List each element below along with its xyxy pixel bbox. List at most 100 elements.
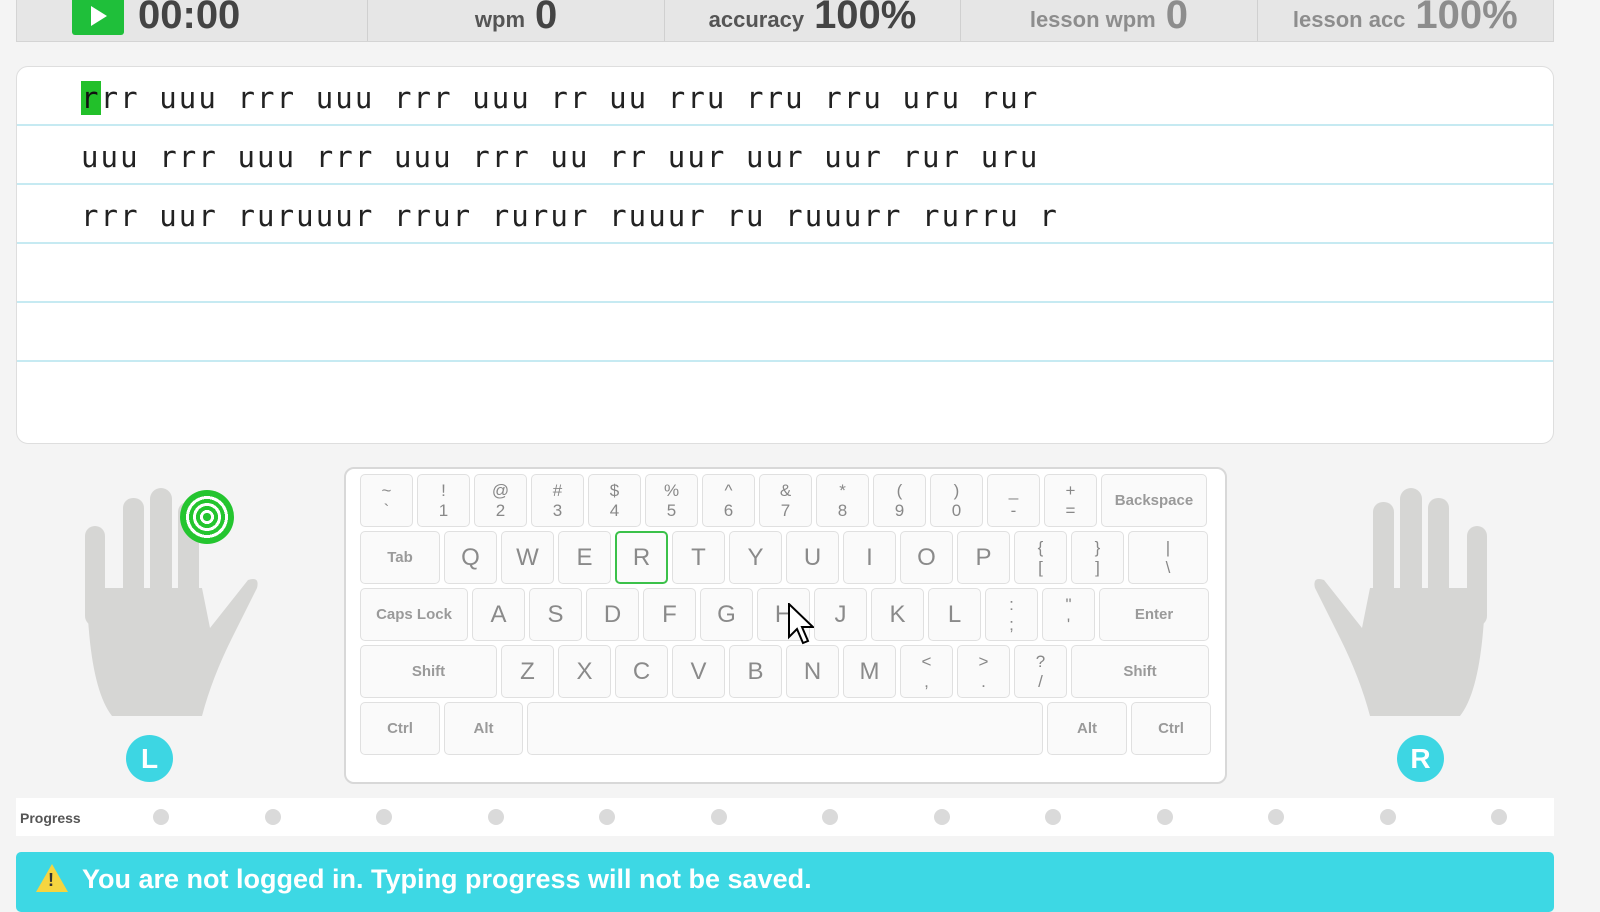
finger-target-icon [180, 490, 234, 544]
key-b[interactable]: B [729, 645, 782, 698]
key-o[interactable]: O [900, 531, 953, 584]
lesson-wpm-label: lesson wpm [1029, 7, 1156, 32]
login-notice: You are not logged in. Typing progress w… [16, 852, 1554, 912]
key-p[interactable]: P [957, 531, 1010, 584]
key-0[interactable]: ) 0 [930, 474, 983, 527]
key-right-shift[interactable]: Shift [1071, 645, 1209, 698]
key-left-ctrl[interactable]: Ctrl [360, 702, 440, 755]
key-label: J [834, 600, 847, 628]
key-label: + [1065, 480, 1076, 500]
key-caps-lock[interactable]: Caps Lock [360, 588, 468, 641]
key-label: P [975, 543, 992, 571]
key-q[interactable]: Q [444, 531, 497, 584]
key-label: 4 [609, 500, 620, 520]
key-label: < [921, 651, 932, 671]
progress-dot [1491, 809, 1507, 825]
key-label: & [779, 480, 792, 500]
key-a[interactable]: A [472, 588, 525, 641]
key-quote-0[interactable]: :; [985, 588, 1038, 641]
key-e[interactable]: E [558, 531, 611, 584]
key-space[interactable] [527, 702, 1043, 755]
key-backspace[interactable]: Backspace [1101, 474, 1207, 527]
key-backtick[interactable]: ~ ` [360, 474, 413, 527]
key-v[interactable]: V [672, 645, 725, 698]
timer-stat: 00:00 [17, 0, 369, 41]
key-label: 1 [438, 500, 449, 520]
key-label: F [662, 600, 677, 628]
key-punct-0[interactable]: <, [900, 645, 953, 698]
progress-dot [822, 809, 838, 825]
key-g[interactable]: G [700, 588, 753, 641]
lesson-line [17, 244, 1553, 303]
key-label: * [839, 480, 846, 500]
key-4[interactable]: $4 [588, 474, 641, 527]
key-f[interactable]: F [643, 588, 696, 641]
key-left-alt[interactable]: Alt [444, 702, 523, 755]
key-=[interactable]: + = [1044, 474, 1097, 527]
key-l[interactable]: L [928, 588, 981, 641]
key-1[interactable]: ! 1 [417, 474, 470, 527]
key-bracket-1[interactable]: }] [1071, 531, 1124, 584]
accuracy-stat: accuracy 100% [665, 0, 962, 41]
key-7[interactable]: & 7 [759, 474, 812, 527]
key-right-alt[interactable]: Alt [1047, 702, 1127, 755]
key-label: Z [520, 657, 535, 685]
key-5[interactable]: % 5 [645, 474, 698, 527]
key-r[interactable]: R [615, 531, 668, 584]
key-label: Alt [1077, 720, 1097, 737]
key-s[interactable]: S [529, 588, 582, 641]
key-u[interactable]: U [786, 531, 839, 584]
key-9[interactable]: (9 [873, 474, 926, 527]
key-t[interactable]: T [672, 531, 725, 584]
key-3[interactable]: #3 [531, 474, 584, 527]
key-punct-2[interactable]: ? / [1014, 645, 1067, 698]
key-d[interactable]: D [586, 588, 639, 641]
key-label: I [866, 543, 873, 571]
key-bracket-0[interactable]: {[ [1014, 531, 1067, 584]
key-y[interactable]: Y [729, 531, 782, 584]
key-6[interactable]: ^ 6 [702, 474, 755, 527]
key-label: > [978, 651, 989, 671]
key-label: ) [953, 480, 960, 500]
lesson-acc-value: 100% [1415, 0, 1518, 37]
key-label: # [552, 480, 563, 500]
key-n[interactable]: N [786, 645, 839, 698]
key-j[interactable]: J [814, 588, 867, 641]
key-quote-1[interactable]: " ' [1042, 588, 1095, 641]
key-label: Shift [1123, 663, 1157, 680]
key-label: Caps Lock [376, 606, 452, 623]
wpm-stat: wpm 0 [368, 0, 665, 41]
key-m[interactable]: M [843, 645, 896, 698]
key-right-ctrl[interactable]: Ctrl [1131, 702, 1211, 755]
key-left-shift[interactable]: Shift [360, 645, 497, 698]
key-k[interactable]: K [871, 588, 924, 641]
key-label: C [632, 657, 651, 685]
key-label: . [981, 671, 986, 691]
key-8[interactable]: * 8 [816, 474, 869, 527]
right-hand-icon [1314, 488, 1487, 716]
lesson-acc-stat: lesson acc 100% [1258, 0, 1553, 41]
key-c[interactable]: C [615, 645, 668, 698]
key-punct-1[interactable]: >. [957, 645, 1010, 698]
key-tab[interactable]: Tab [360, 531, 440, 584]
key-w[interactable]: W [501, 531, 554, 584]
lesson-text-panel[interactable]: rrr uuu rrr uuu rrr uuu rr uu rru rru rr… [16, 66, 1554, 444]
key-2[interactable]: @2 [474, 474, 527, 527]
key-label: B [747, 657, 764, 685]
key-label: , [924, 671, 929, 691]
lesson-line: rrr uur ruruuur rrur rurur ruuur ru ruuu… [17, 185, 1553, 244]
key-enter[interactable]: Enter [1099, 588, 1209, 641]
accuracy-label: accuracy [708, 7, 805, 32]
key-label: $ [609, 480, 620, 500]
key--[interactable]: _ - [987, 474, 1040, 527]
key-backslash[interactable]: | \ [1128, 531, 1208, 584]
key-label: % [663, 480, 680, 500]
lesson-line-text: rr uuu rrr uuu rrr uuu rr uu rru rru rru… [100, 81, 1040, 115]
key-z[interactable]: Z [501, 645, 554, 698]
key-label: R [632, 543, 651, 571]
key-x[interactable]: X [558, 645, 611, 698]
play-icon[interactable] [72, 0, 124, 35]
key-label: ~ [381, 480, 392, 500]
key-i[interactable]: I [843, 531, 896, 584]
key-label: " [1065, 594, 1072, 614]
